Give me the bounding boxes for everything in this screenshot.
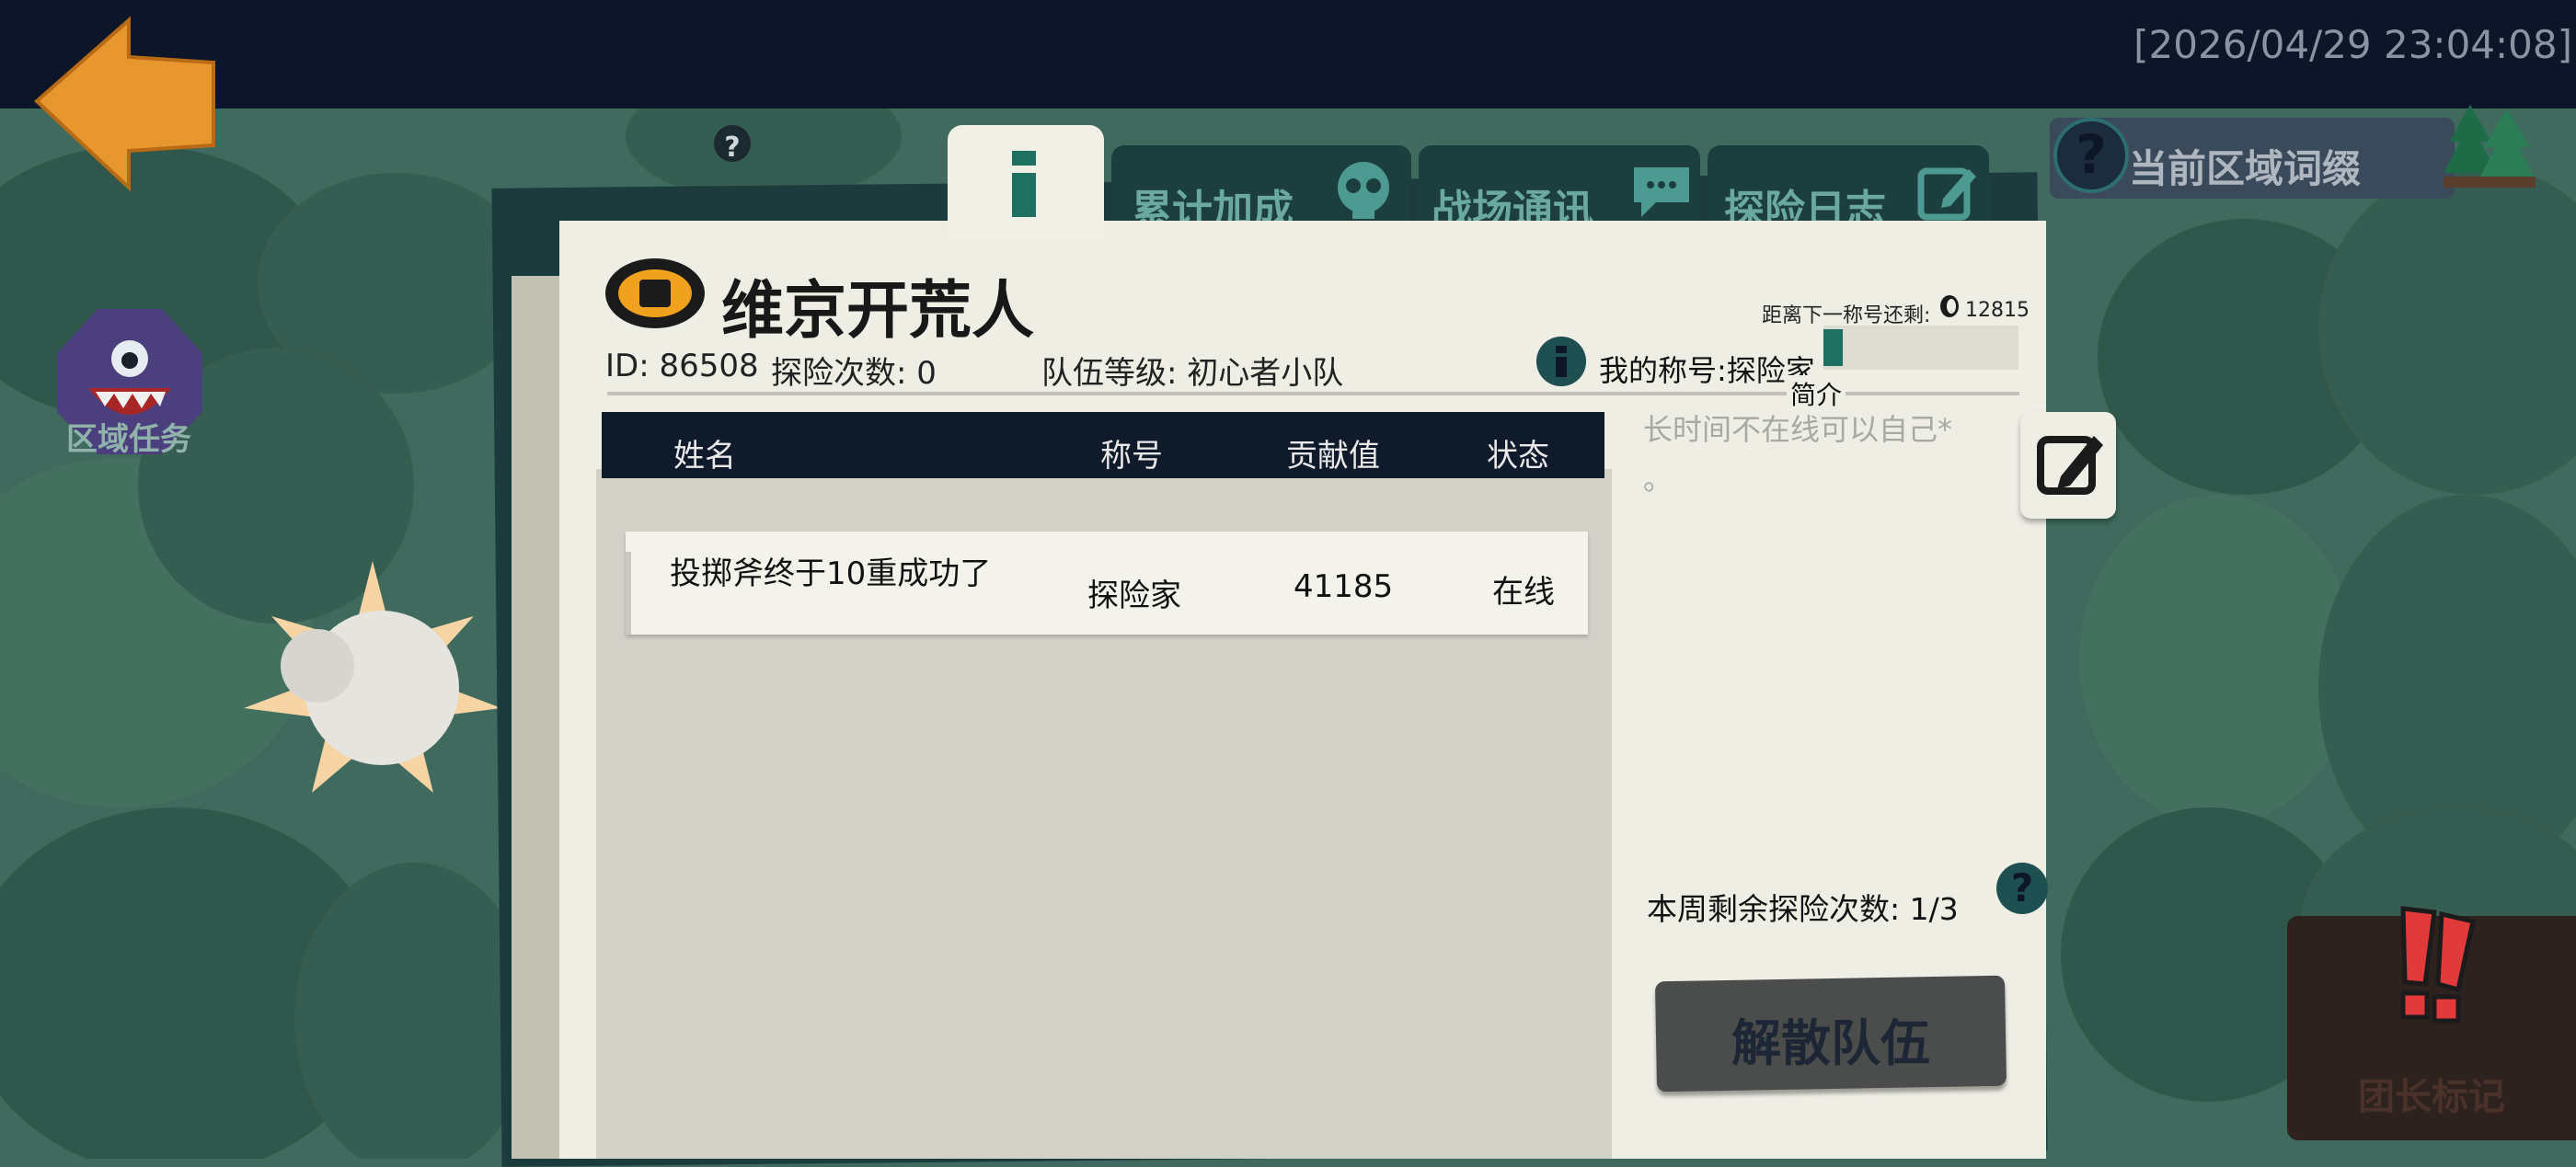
header-title: 称号 — [1100, 438, 1163, 475]
team-name: 维京开荒人 — [721, 275, 1035, 348]
leader-mark-label: 团长标记 — [2358, 1076, 2505, 1118]
member-title: 探险家 — [1087, 578, 1181, 614]
bio-line: 。 — [1643, 462, 1673, 497]
title-progress-fill — [1823, 329, 1844, 366]
explosion-effect — [244, 561, 501, 793]
team-eye-logo — [605, 258, 705, 328]
row-marker — [626, 552, 631, 635]
title-progress-bar — [1823, 326, 2018, 370]
timestamp: [2026/04/29 23:04:08] — [2133, 22, 2572, 67]
title-info-icon[interactable] — [1536, 337, 1586, 386]
team-bio: 长时间不在线可以自己* 。 — [1643, 405, 2011, 504]
pencil-note-icon — [1917, 167, 1976, 221]
info-icon — [1012, 151, 1036, 217]
next-title-value: 12815 — [1965, 299, 2030, 322]
skull-icon — [1338, 162, 1389, 219]
map-marker-icon[interactable]: ? — [707, 120, 758, 186]
weekly-remaining: 本周剩余探险次数: 1/3 — [1647, 891, 1959, 927]
team-id: ID: 86508 — [605, 348, 759, 384]
bio-line: 长时间不在线可以自己* — [1643, 412, 1953, 447]
chat-bubble-icon — [1634, 167, 1689, 217]
coin-icon — [1940, 295, 1959, 317]
member-status: 在线 — [1492, 574, 1555, 611]
area-affix-label: 当前区域词缀 — [2129, 146, 2362, 191]
exclamation-icon — [2400, 906, 2476, 1024]
header-name: 姓名 — [673, 438, 736, 475]
member-contribution: 41185 — [1294, 568, 1394, 605]
header-contribution: 贡献值 — [1286, 438, 1380, 475]
edit-bio-button[interactable] — [2020, 412, 2116, 519]
explore-count: 探险次数: 0 — [771, 355, 937, 392]
member-name: 投掷斧终于10重成功了 — [670, 555, 992, 592]
question-icon[interactable]: ? — [2053, 118, 2129, 193]
edit-icon — [2037, 436, 2103, 495]
next-title-label: 距离下一称号还剩: — [1762, 304, 1931, 327]
region-task-label: 区域任务 — [66, 421, 191, 458]
back-arrow-icon — [34, 16, 215, 192]
disband-label: 解散队伍 — [1731, 1014, 1930, 1072]
my-title: 我的称号:探险家 — [1599, 353, 1815, 388]
svg-text:?: ? — [724, 132, 740, 164]
header-status: 状态 — [1487, 438, 1549, 475]
back-button[interactable] — [33, 16, 226, 192]
weekly-help-icon[interactable]: ? — [1996, 863, 2048, 914]
team-level: 队伍等级: 初心者小队 — [1041, 355, 1344, 392]
tree-icon — [2444, 105, 2536, 188]
